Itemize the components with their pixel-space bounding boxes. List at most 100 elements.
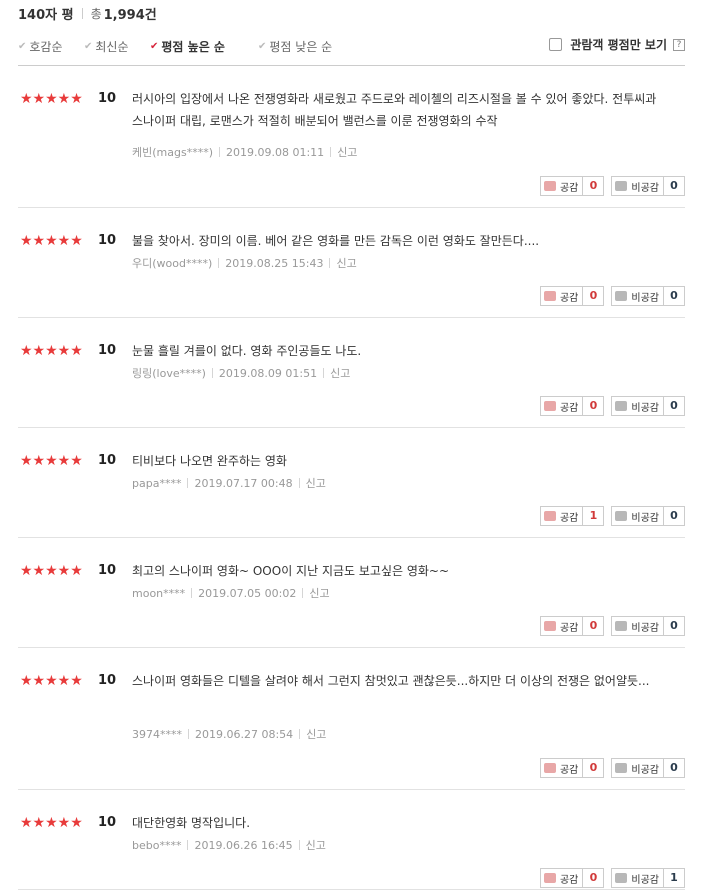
review-item: ★★★★★ 10 최고의 스나이퍼 영화~ OOO이 지난 지금도 보고싶은 영… — [18, 538, 685, 648]
star-rating: ★★★★★ — [20, 233, 83, 249]
review-score: 10 — [98, 673, 117, 688]
review-item: ★★★★★ 10 대단한영화 명작입니다. bebo**** 2019.06.2… — [18, 790, 685, 890]
like-button[interactable]: 공감 — [539, 396, 584, 416]
review-score: 10 — [98, 563, 117, 578]
vote-buttons: 공감 0 비공감 0 — [539, 176, 685, 196]
like-label: 공감 — [559, 292, 579, 304]
dislike-label: 비공감 — [631, 622, 659, 634]
review-text: 러시아의 입장에서 나온 전쟁영화라 새로웠고 주드로와 레이첼의 리즈시절을 … — [132, 92, 657, 128]
report-link[interactable]: 신고 — [306, 726, 326, 742]
like-label: 공감 — [559, 622, 579, 634]
review-text: 최고의 스나이퍼 영화~ OOO이 지난 지금도 보고싶은 영화~~ — [132, 564, 450, 578]
divider — [81, 7, 83, 19]
thumbs-down-icon — [615, 511, 628, 521]
sort-filters: ✔ 호감순 ✔ 최신순 ✔ 평점 높은 순 ✔ 평점 낮은 순 관람객 평점만 보기 ? — [18, 36, 685, 56]
dislike-button[interactable]: 비공감 — [611, 506, 664, 526]
vote-buttons: 공감 0 비공감 0 — [539, 616, 685, 636]
divider — [191, 588, 193, 598]
divider — [218, 258, 220, 268]
dislike-label: 비공감 — [631, 182, 659, 194]
report-link[interactable]: 신고 — [309, 585, 329, 601]
star-rating: ★★★★★ — [20, 343, 83, 359]
review-item: ★★★★★ 10 불을 찾아서. 장미의 이름. 베어 같은 영화를 만든 감독… — [18, 208, 685, 318]
review-item: ★★★★★ 10 스나이퍼 영화들은 디텔을 살려야 해서 그런지 참멋있고 괜… — [18, 648, 685, 790]
like-count: 0 — [583, 758, 605, 778]
dislike-count: 0 — [664, 286, 685, 306]
dislike-button[interactable]: 비공감 — [611, 616, 664, 636]
like-label: 공감 — [559, 512, 579, 524]
review-date: 2019.08.09 01:51 — [218, 366, 318, 380]
section-title: 140자 평 — [18, 7, 74, 23]
review-meta: 3974**** 2019.06.27 08:54 신고 — [132, 726, 326, 742]
divider — [330, 147, 332, 157]
review-author[interactable]: bebo**** — [132, 839, 181, 852]
like-button[interactable]: 공감 — [539, 176, 584, 196]
audience-only-toggle[interactable]: 관람객 평점만 보기 ? — [549, 36, 685, 53]
review-author[interactable]: 링링(love****) — [132, 365, 206, 381]
review-item: ★★★★★ 10 티비보다 나오면 완주하는 영화 papa**** 2019.… — [18, 428, 685, 538]
star-rating: ★★★★★ — [20, 453, 83, 469]
sort-high-score[interactable]: ✔ 평점 높은 순 — [150, 38, 225, 55]
sort-label: 호감순 — [29, 40, 63, 54]
review-author[interactable]: 케빈(mags****) — [132, 144, 213, 160]
audience-only-checkbox[interactable] — [549, 38, 563, 51]
sort-latest[interactable]: ✔ 최신순 — [84, 38, 129, 55]
like-count: 0 — [583, 396, 605, 416]
thumbs-down-icon — [615, 873, 628, 883]
review-meta: 링링(love****) 2019.08.09 01:51 신고 — [132, 365, 350, 381]
like-button[interactable]: 공감 — [539, 286, 584, 306]
audience-only-label: 관람객 평점만 보기 — [570, 38, 667, 52]
report-link[interactable]: 신고 — [306, 837, 326, 853]
review-date: 2019.07.17 00:48 — [194, 476, 293, 490]
dislike-count: 0 — [664, 616, 685, 636]
report-link[interactable]: 신고 — [330, 365, 350, 381]
star-rating: ★★★★★ — [20, 815, 83, 831]
like-button[interactable]: 공감 — [539, 506, 584, 526]
vote-buttons: 공감 0 비공감 0 — [539, 396, 685, 416]
divider — [187, 840, 189, 850]
dislike-label: 비공감 — [631, 874, 659, 886]
vote-buttons: 공감 0 비공감 0 — [539, 286, 685, 306]
like-label: 공감 — [559, 182, 579, 194]
sort-label: 평점 낮은 순 — [269, 40, 333, 54]
dislike-button[interactable]: 비공감 — [611, 868, 664, 888]
review-author[interactable]: moon**** — [132, 587, 185, 600]
like-label: 공감 — [559, 402, 579, 414]
review-text: 대단한영화 명작입니다. — [132, 816, 251, 830]
sort-like[interactable]: ✔ 호감순 — [18, 38, 63, 55]
review-date: 2019.09.08 01:11 — [226, 145, 325, 159]
divider — [302, 588, 304, 598]
report-link[interactable]: 신고 — [337, 144, 357, 160]
thumbs-down-icon — [615, 621, 628, 631]
review-author[interactable]: papa**** — [132, 477, 181, 490]
divider — [329, 258, 331, 268]
sort-low-score[interactable]: ✔ 평점 낮은 순 — [258, 38, 332, 55]
thumbs-down-icon — [615, 401, 628, 411]
review-meta: 우디(wood****) 2019.08.25 15:43 신고 — [132, 255, 357, 271]
review-score: 10 — [98, 233, 117, 248]
dislike-button[interactable]: 비공감 — [611, 176, 664, 196]
star-rating: ★★★★★ — [20, 563, 83, 579]
review-meta: moon**** 2019.07.05 00:02 신고 — [132, 585, 330, 601]
sort-label: 평점 높은 순 — [161, 40, 225, 54]
dislike-button[interactable]: 비공감 — [611, 286, 664, 306]
like-button[interactable]: 공감 — [539, 616, 584, 636]
review-text: 불을 찾아서. 장미의 이름. 베어 같은 영화를 만든 감독은 이런 영화도 … — [132, 234, 540, 248]
review-author[interactable]: 3974**** — [132, 728, 182, 741]
thumbs-up-icon — [543, 181, 556, 191]
check-icon: ✔ — [18, 41, 27, 52]
dislike-button[interactable]: 비공감 — [611, 758, 664, 778]
divider — [219, 147, 220, 157]
help-icon[interactable]: ? — [673, 38, 685, 51]
dislike-count: 0 — [664, 506, 685, 526]
like-button[interactable]: 공감 — [539, 758, 584, 778]
thumbs-up-icon — [543, 511, 556, 521]
divider — [298, 840, 300, 850]
review-author[interactable]: 우디(wood****) — [132, 255, 212, 271]
report-link[interactable]: 신고 — [336, 255, 356, 271]
review-date: 2019.06.27 08:54 — [195, 727, 294, 741]
like-button[interactable]: 공감 — [539, 868, 584, 888]
report-link[interactable]: 신고 — [306, 475, 326, 491]
dislike-button[interactable]: 비공감 — [611, 396, 664, 416]
section-header: 140자 평 총 1,994건 — [18, 4, 157, 23]
